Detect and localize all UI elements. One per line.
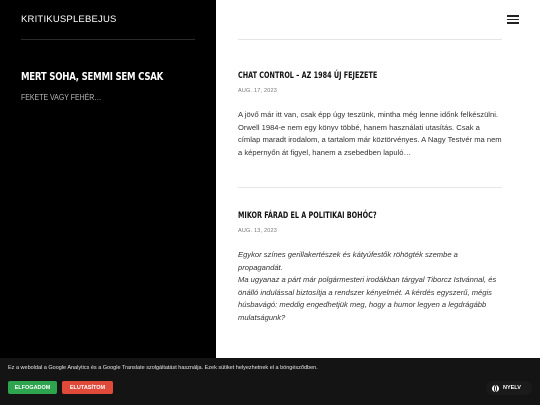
tagline: MERT SOHA, SEMMI SEM CSAK bbox=[21, 70, 164, 83]
main-content: Chat Control – az 1984 új fejezete AUG. … bbox=[216, 0, 540, 405]
post-excerpt: A jövő már itt van, csak épp úgy teszünk… bbox=[238, 110, 502, 157]
post-card: Chat Control – az 1984 új fejezete AUG. … bbox=[238, 71, 502, 159]
post-title[interactable]: Mikor fárad el a politikai bohóc? bbox=[238, 211, 439, 221]
language-button[interactable]: NYELV bbox=[486, 381, 532, 395]
site-title[interactable]: KRITIKUSPLEBEJUS bbox=[21, 14, 117, 25]
post-excerpt-line: Egykor színes gerillakertészek és kátyúf… bbox=[238, 250, 458, 272]
sidebar: KRITIKUSPLEBEJUS MERT SOHA, SEMMI SEM CS… bbox=[0, 0, 216, 405]
hamburger-menu-icon[interactable] bbox=[507, 15, 519, 25]
reject-cookies-button[interactable]: ELUTASÍTOM bbox=[62, 381, 113, 394]
post-divider bbox=[238, 187, 502, 188]
header-divider bbox=[238, 39, 502, 40]
sidebar-divider bbox=[21, 39, 195, 40]
post-title[interactable]: Chat Control – az 1984 új fejezete bbox=[238, 71, 439, 81]
post-date: AUG. 17, 2023 bbox=[238, 88, 277, 94]
post-date: AUG. 13, 2023 bbox=[238, 228, 277, 234]
post-excerpt-line: Ma ugyanaz a párt már polgármesteri irod… bbox=[238, 275, 497, 322]
accept-cookies-button[interactable]: ELFOGADOM bbox=[8, 381, 57, 394]
post-excerpt: Egykor színes gerillakertészek és kátyúf… bbox=[238, 249, 502, 324]
cookie-text: Ez a weboldal a Google Analytics és a Go… bbox=[8, 365, 318, 371]
cookie-banner: Ez a weboldal a Google Analytics és a Go… bbox=[0, 358, 540, 405]
language-label: NYELV bbox=[503, 385, 521, 391]
globe-icon bbox=[492, 384, 499, 392]
post-card: Mikor fárad el a politikai bohóc? AUG. 1… bbox=[238, 211, 502, 324]
subtagline: FEKETE VAGY FEHÉR… bbox=[21, 92, 102, 102]
